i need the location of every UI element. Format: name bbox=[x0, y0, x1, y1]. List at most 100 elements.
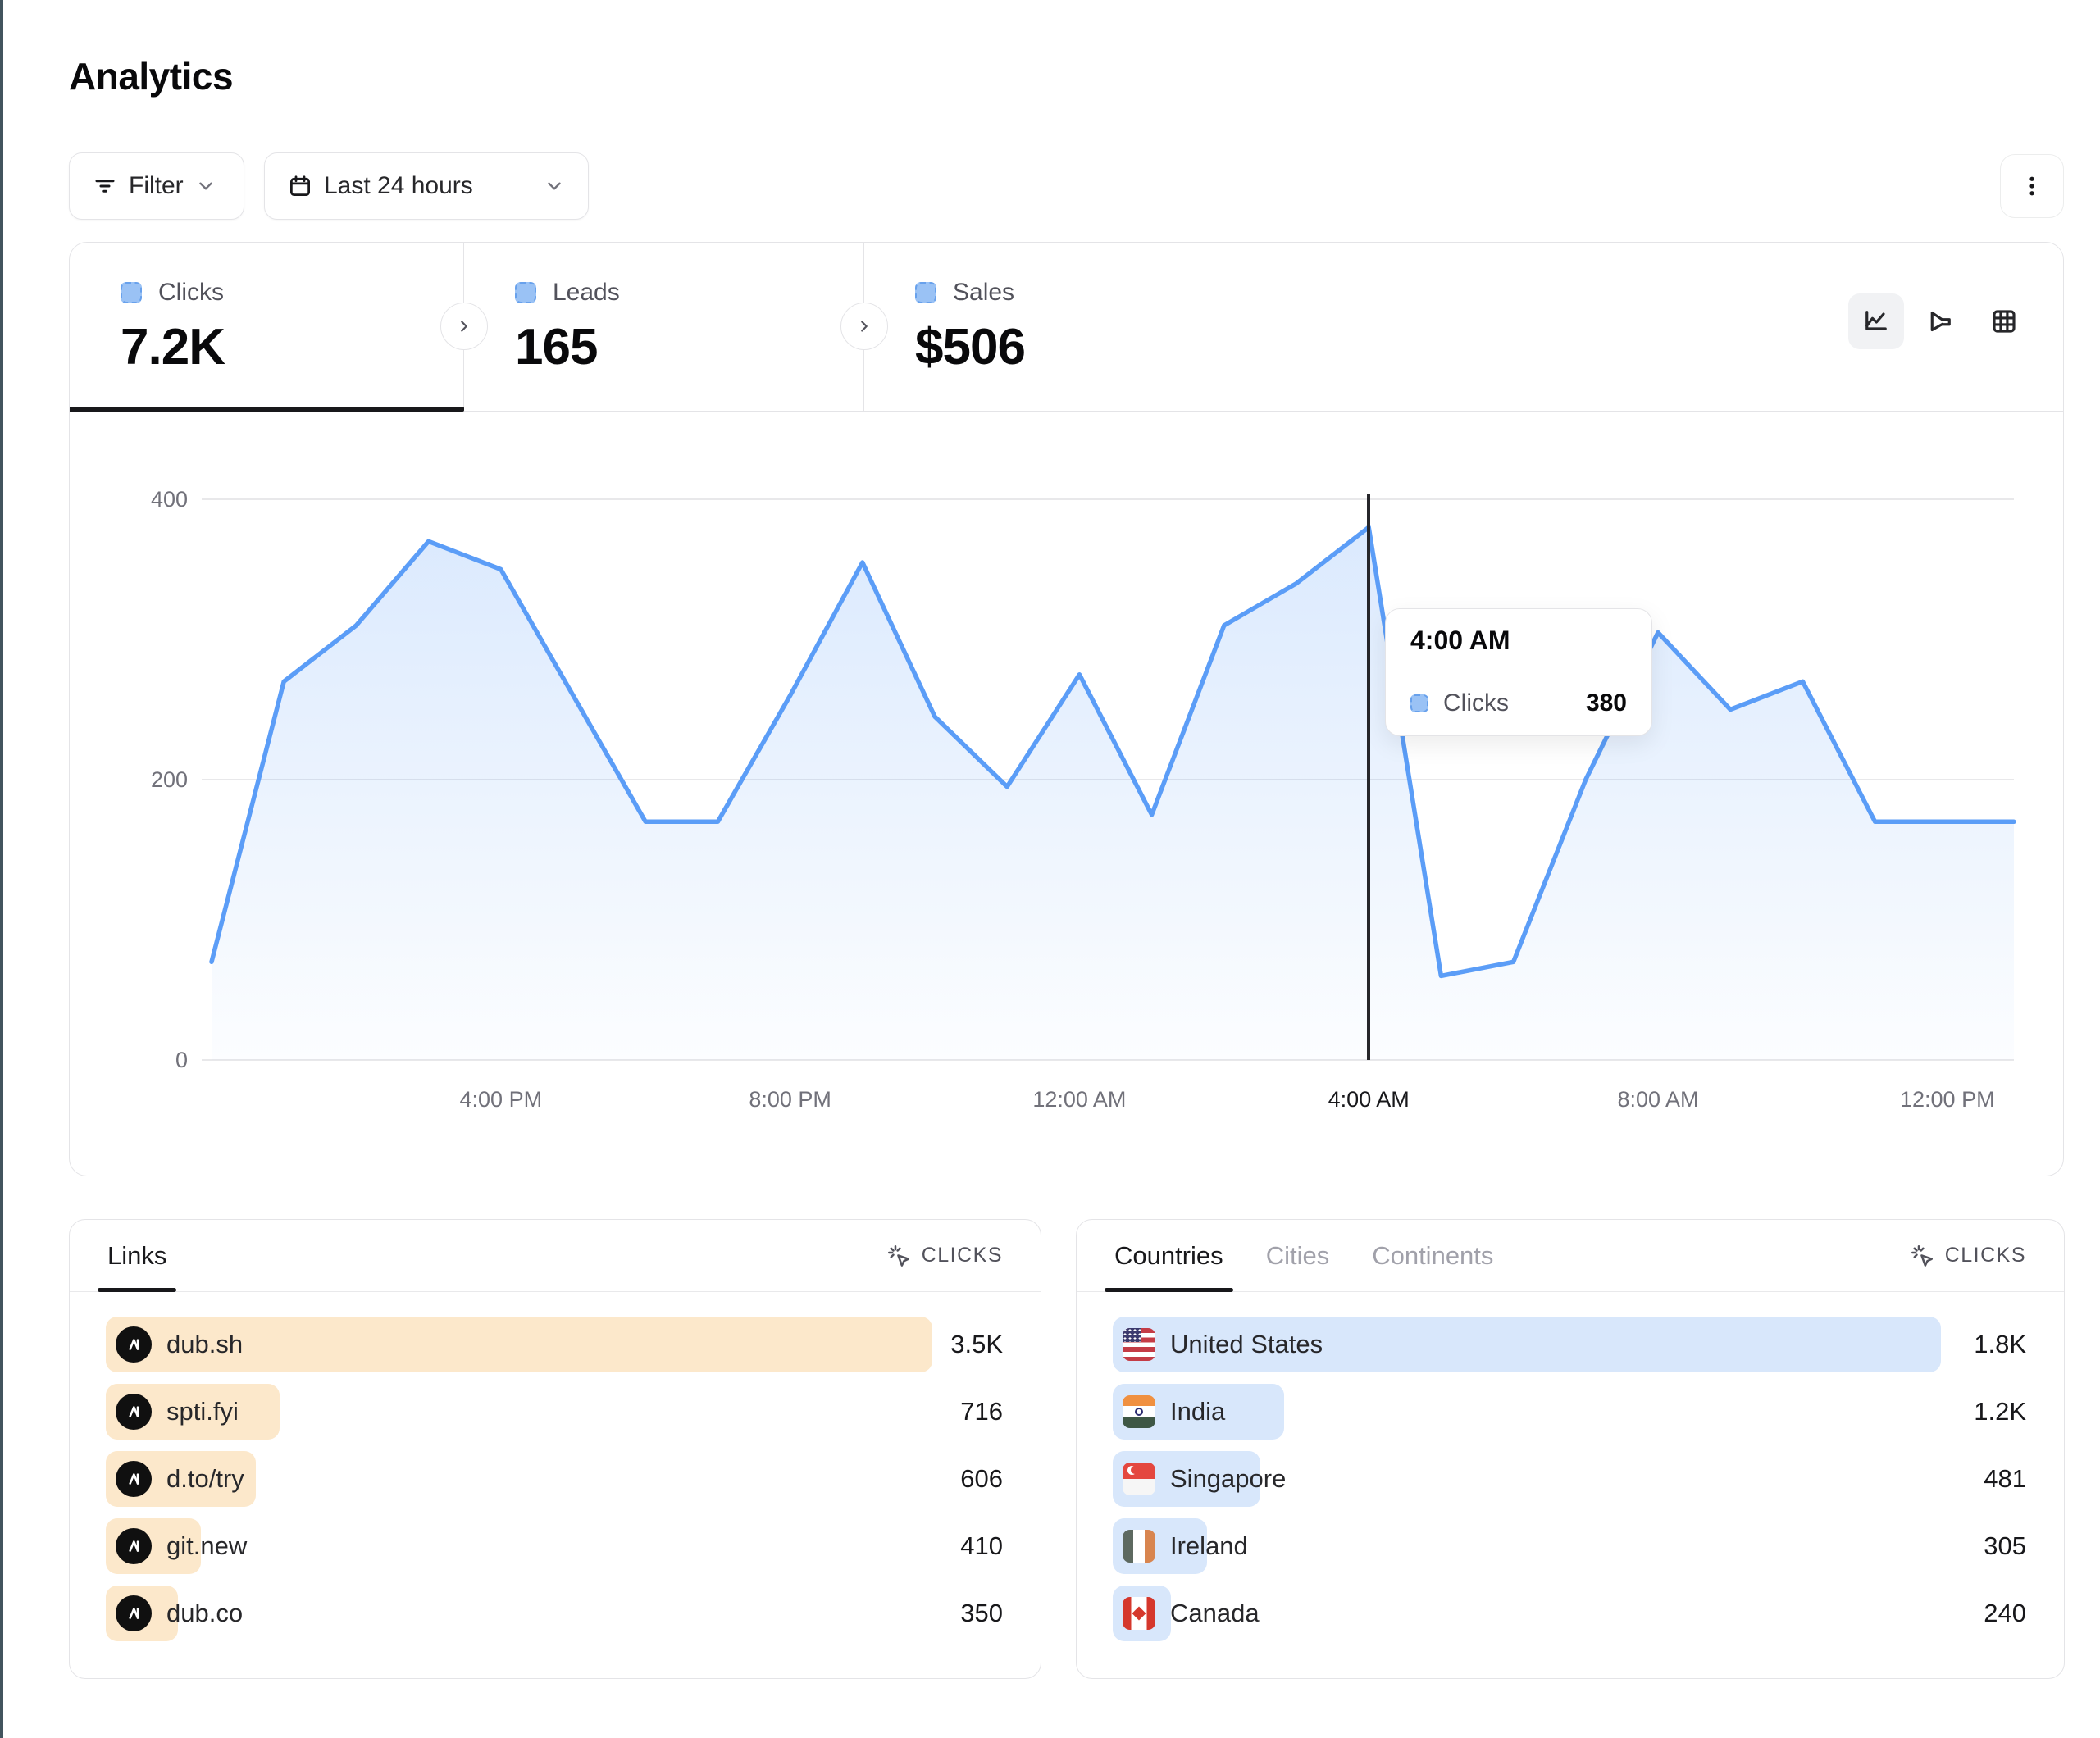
row-value: 1.8K bbox=[1974, 1330, 2028, 1359]
date-range-label: Last 24 hours bbox=[324, 172, 473, 200]
tab-continents[interactable]: Continents bbox=[1372, 1220, 1493, 1291]
list-item[interactable]: dub.co350 bbox=[106, 1586, 1004, 1641]
row-value: 410 bbox=[960, 1531, 1004, 1561]
dub-logo-icon bbox=[116, 1461, 152, 1497]
funnel-chart-view-button[interactable] bbox=[1912, 293, 1968, 349]
row-value: 716 bbox=[960, 1397, 1004, 1426]
cursor-click-icon bbox=[886, 1243, 912, 1269]
list-item[interactable]: d.to/try 606 bbox=[106, 1451, 1004, 1507]
flag-sg-icon bbox=[1123, 1463, 1155, 1495]
list-item[interactable]: dub.sh 3.5K bbox=[106, 1317, 1004, 1372]
flag-ca-icon bbox=[1123, 1597, 1155, 1630]
countries-panel: Countries Cities Continents CLICKS Unite… bbox=[1076, 1219, 2065, 1679]
stat-label: Leads bbox=[553, 279, 620, 307]
stat-label: Clicks bbox=[158, 279, 224, 307]
chevron-right-icon bbox=[855, 317, 873, 335]
kebab-menu-icon bbox=[2020, 174, 2044, 198]
y-axis-tick-label: 400 bbox=[70, 487, 188, 512]
row-label: Ireland bbox=[1170, 1531, 1248, 1561]
list-item[interactable]: India 1.2K bbox=[1113, 1384, 2028, 1440]
chevron-down-icon bbox=[544, 175, 565, 197]
x-axis-tick-label: 8:00 AM bbox=[1568, 1087, 1748, 1112]
row-label: d.to/try bbox=[166, 1464, 244, 1494]
tooltip-value: 380 bbox=[1586, 689, 1627, 717]
row-value: 240 bbox=[1984, 1599, 2028, 1628]
chart-view-toggles bbox=[1848, 293, 2032, 349]
dub-logo-icon bbox=[116, 1394, 152, 1430]
sales-legend-swatch bbox=[915, 282, 936, 303]
x-axis-tick-label: 12:00 PM bbox=[1857, 1087, 2038, 1112]
row-label: spti.fyi bbox=[166, 1397, 239, 1426]
flag-in-icon bbox=[1123, 1395, 1155, 1428]
tab-links[interactable]: Links bbox=[107, 1220, 166, 1291]
x-axis-tick-label: 8:00 PM bbox=[700, 1087, 881, 1112]
links-metric-label: CLICKS bbox=[922, 1244, 1003, 1267]
links-list: dub.sh 3.5K spti.fyi 716 d.to/try 606 git.new 4… bbox=[70, 1292, 1041, 1641]
tab-countries[interactable]: Countries bbox=[1114, 1220, 1223, 1291]
hover-ruler-line bbox=[1367, 494, 1370, 1060]
page-title: Analytics bbox=[69, 54, 233, 98]
stat-value: 165 bbox=[515, 318, 863, 376]
countries-list: United States 1.8K India 1.2K Singapore 481 Ir… bbox=[1077, 1292, 2064, 1641]
table-grid-icon bbox=[1989, 307, 2019, 336]
flag-us-icon bbox=[1123, 1328, 1155, 1361]
line-chart-icon bbox=[1861, 307, 1891, 336]
dub-logo-icon bbox=[116, 1528, 152, 1564]
list-item[interactable]: Singapore 481 bbox=[1113, 1451, 2028, 1507]
links-panel-header: Links CLICKS bbox=[70, 1220, 1041, 1292]
list-item[interactable]: United States 1.8K bbox=[1113, 1317, 2028, 1372]
row-value: 606 bbox=[960, 1464, 1004, 1494]
expand-clicks-chevron-button[interactable] bbox=[440, 303, 488, 350]
chevron-right-icon bbox=[455, 317, 473, 335]
list-item[interactable]: Ireland 305 bbox=[1113, 1518, 2028, 1574]
countries-panel-header: Countries Cities Continents CLICKS bbox=[1077, 1220, 2064, 1292]
row-label: dub.sh bbox=[166, 1330, 243, 1359]
area-chart-canvas[interactable] bbox=[70, 412, 2065, 1176]
x-axis-tick-label: 4:00 AM bbox=[1278, 1087, 1459, 1112]
row-label: India bbox=[1170, 1397, 1225, 1426]
stat-card-clicks[interactable]: Clicks 7.2K bbox=[70, 243, 464, 411]
funnel-chart-icon bbox=[1925, 307, 1955, 336]
row-value: 305 bbox=[1984, 1531, 2028, 1561]
row-value: 481 bbox=[1984, 1464, 2028, 1494]
stat-value: 7.2K bbox=[121, 318, 463, 376]
links-panel: Links CLICKS dub.sh 3.5K spti.fyi 716 d.to/t… bbox=[69, 1219, 1041, 1679]
row-label: United States bbox=[1170, 1330, 1323, 1359]
x-axis-tick-label: 4:00 PM bbox=[411, 1087, 591, 1112]
countries-metric-selector[interactable]: CLICKS bbox=[1909, 1243, 2026, 1269]
links-metric-selector[interactable]: CLICKS bbox=[886, 1243, 1003, 1269]
cursor-click-icon bbox=[1909, 1243, 1935, 1269]
stat-card-leads[interactable]: Leads 165 bbox=[464, 243, 864, 411]
row-label: dub.co bbox=[166, 1599, 243, 1628]
dub-logo-icon bbox=[116, 1326, 152, 1363]
clicks-legend-swatch bbox=[121, 282, 142, 303]
tooltip-series-label: Clicks bbox=[1443, 689, 1509, 717]
calendar-icon bbox=[288, 174, 312, 198]
row-value: 1.2K bbox=[1974, 1397, 2028, 1426]
window-edge-strip bbox=[0, 0, 3, 1738]
row-label: Singapore bbox=[1170, 1464, 1286, 1494]
expand-leads-chevron-button[interactable] bbox=[840, 303, 888, 350]
filter-button-label: Filter bbox=[129, 172, 184, 200]
analytics-card: Clicks 7.2K Leads 165 Sales $506 bbox=[69, 242, 2064, 1176]
leads-legend-swatch bbox=[515, 282, 536, 303]
clicks-timeseries-chart[interactable]: 0200400 4:00 PM8:00 PM12:00 AM4:00 AM8:0… bbox=[70, 412, 2063, 1176]
table-view-button[interactable] bbox=[1976, 293, 2032, 349]
stat-label: Sales bbox=[953, 279, 1014, 307]
list-item[interactable]: git.new 410 bbox=[106, 1518, 1004, 1574]
date-range-button[interactable]: Last 24 hours bbox=[264, 152, 589, 220]
list-item[interactable]: Canada 240 bbox=[1113, 1586, 2028, 1641]
row-label: git.new bbox=[166, 1531, 247, 1561]
bars-filter-icon bbox=[93, 174, 117, 198]
countries-metric-label: CLICKS bbox=[1945, 1244, 2026, 1267]
y-axis-tick-label: 0 bbox=[70, 1048, 188, 1072]
x-axis-tick-label: 12:00 AM bbox=[989, 1087, 1169, 1112]
row-value: 3.5K bbox=[950, 1330, 1004, 1359]
chevron-down-icon bbox=[195, 175, 216, 197]
tab-cities[interactable]: Cities bbox=[1266, 1220, 1330, 1291]
line-chart-view-button[interactable] bbox=[1848, 293, 1904, 349]
filter-button[interactable]: Filter bbox=[69, 152, 244, 220]
row-label: Canada bbox=[1170, 1599, 1260, 1628]
list-item[interactable]: spti.fyi 716 bbox=[106, 1384, 1004, 1440]
more-options-button[interactable] bbox=[2000, 154, 2064, 218]
